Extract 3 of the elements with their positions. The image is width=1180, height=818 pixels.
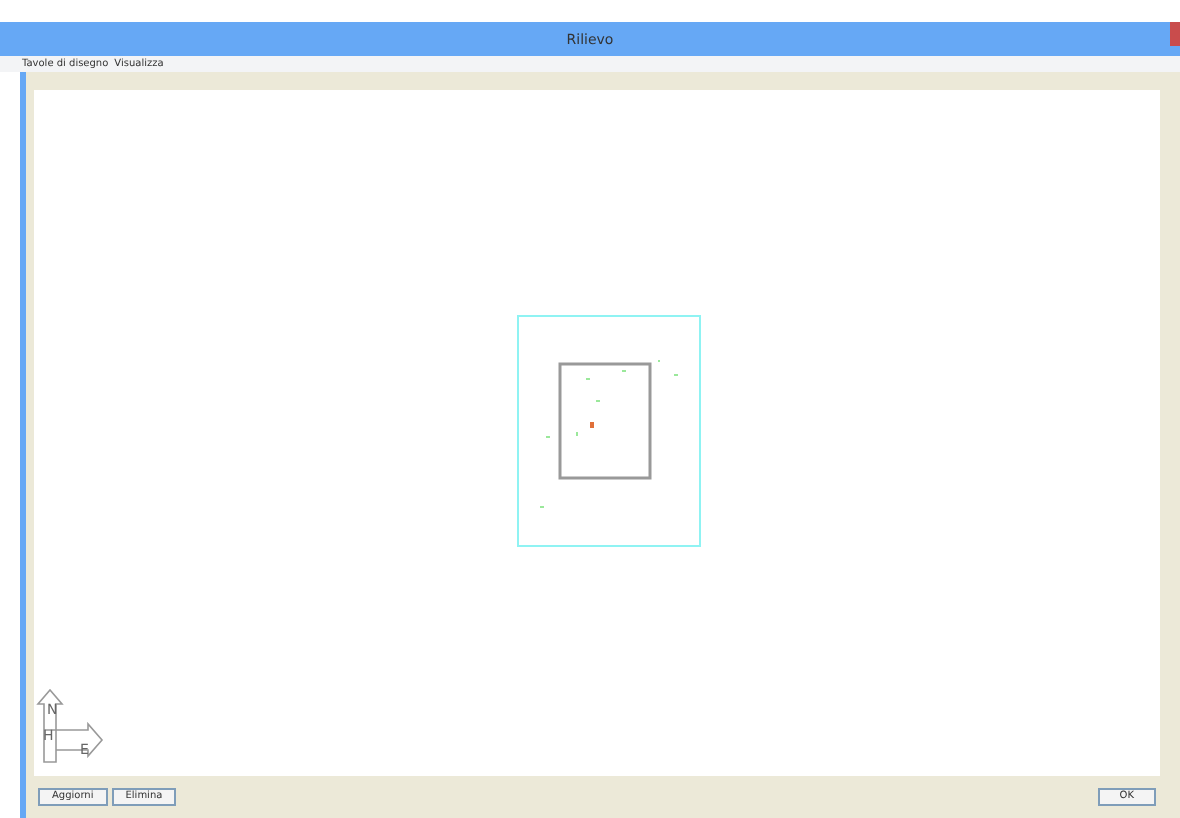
building-rectangle [558,362,652,480]
close-button[interactable] [1170,22,1180,46]
station-marker [590,422,594,428]
